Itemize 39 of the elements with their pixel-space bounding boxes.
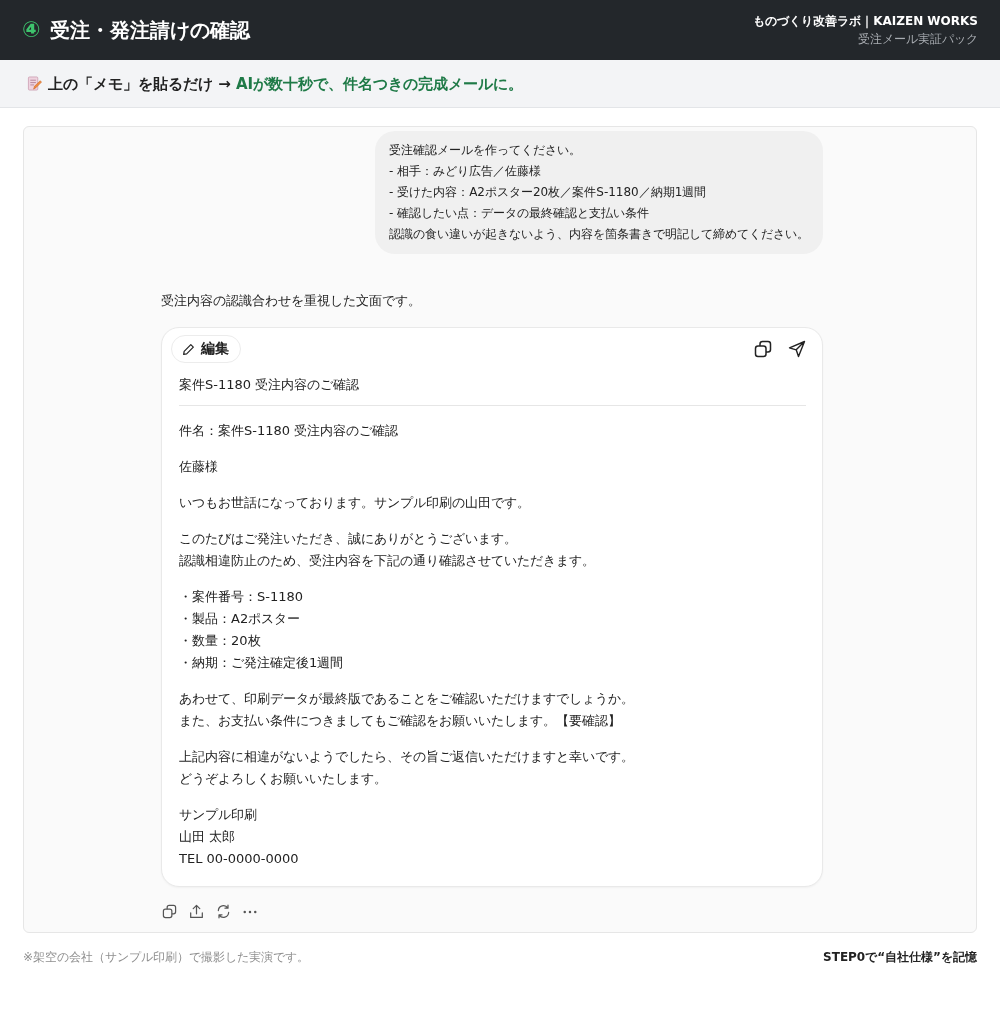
email-line: 佐藤様 (179, 458, 218, 476)
message-line: - 確認したい点：データの最終確認と支払い条件 (389, 205, 651, 222)
page-title: 受注・発注請けの確認 (49, 17, 250, 43)
email-line: ・数量：20枚 (179, 632, 261, 650)
email-line: どうぞよろしくお願いいたします。 (179, 770, 387, 788)
refresh-icon[interactable] (216, 904, 231, 919)
assistant-message: 受注内容の認識合わせを重視した文面です。 (161, 292, 422, 310)
email-line: また、お支払い条件につきましてもご確認をお願いいたします。【要確認】 (179, 712, 621, 730)
copy-icon[interactable] (754, 340, 772, 358)
brand-name: ものづくり改善ラボ｜KAIZEN WORKS (753, 12, 978, 30)
step-note: STEP0で“自社仕様”を記憶 (823, 949, 977, 966)
upload-icon[interactable] (189, 904, 204, 919)
email-line: ・製品：A2ポスター (179, 610, 301, 628)
email-line: いつもお世話になっております。サンプル印刷の山田です。 (179, 494, 530, 512)
email-line: サンプル印刷 (179, 806, 257, 824)
email-line: 認識相違防止のため、受注内容を下記の通り確認させていただきます。 (179, 552, 595, 570)
email-line: 件名：案件S-1180 受注内容のご確認 (179, 422, 399, 440)
email-line: TEL 00-0000-0000 (179, 850, 299, 868)
send-icon[interactable] (788, 340, 806, 358)
message-line: - 受けた内容：A2ポスター20枚／案件S-1180／納期1週間 (389, 184, 708, 201)
step-number: ④ (22, 17, 41, 43)
copy-icon[interactable] (162, 904, 177, 919)
pencil-icon (182, 342, 195, 356)
more-icon[interactable] (243, 909, 257, 914)
message-line: 認識の食い違いが起きないよう、内容を箇条書きで明記して締めてください。 (389, 226, 809, 243)
email-line: ・案件番号：S-1180 (179, 588, 304, 606)
edit-button[interactable]: 編集 (171, 335, 241, 363)
email-line: あわせて、印刷データが最終版であることをご確認いただけますでしょうか。 (179, 690, 634, 708)
email-line: ・納期：ご発注確定後1週間 (179, 654, 344, 672)
banner-text: 上の「メモ」を貼るだけ → AIが数十秒で、件名つきの完成メールに。 (48, 73, 524, 94)
email-line: 上記内容に相違がないようでしたら、その旨ご返信いただけますと幸いです。 (179, 748, 634, 766)
message-line: - 相手：みどり広告／佐藤様 (389, 163, 543, 180)
email-line: このたびはご発注いただき、誠にありがとうございます。 (179, 530, 517, 548)
memo-icon (27, 76, 42, 91)
message-line: 受注確認メールを作ってください。 (389, 142, 582, 159)
footnote: ※架空の会社（サンプル印刷）で撮影した実演です。 (23, 949, 310, 966)
email-line: 山田 太郎 (179, 828, 236, 846)
email-subject: 案件S-1180 受注内容のご確認 (179, 376, 361, 394)
pack-name: 受注メール実証パック (858, 30, 978, 48)
